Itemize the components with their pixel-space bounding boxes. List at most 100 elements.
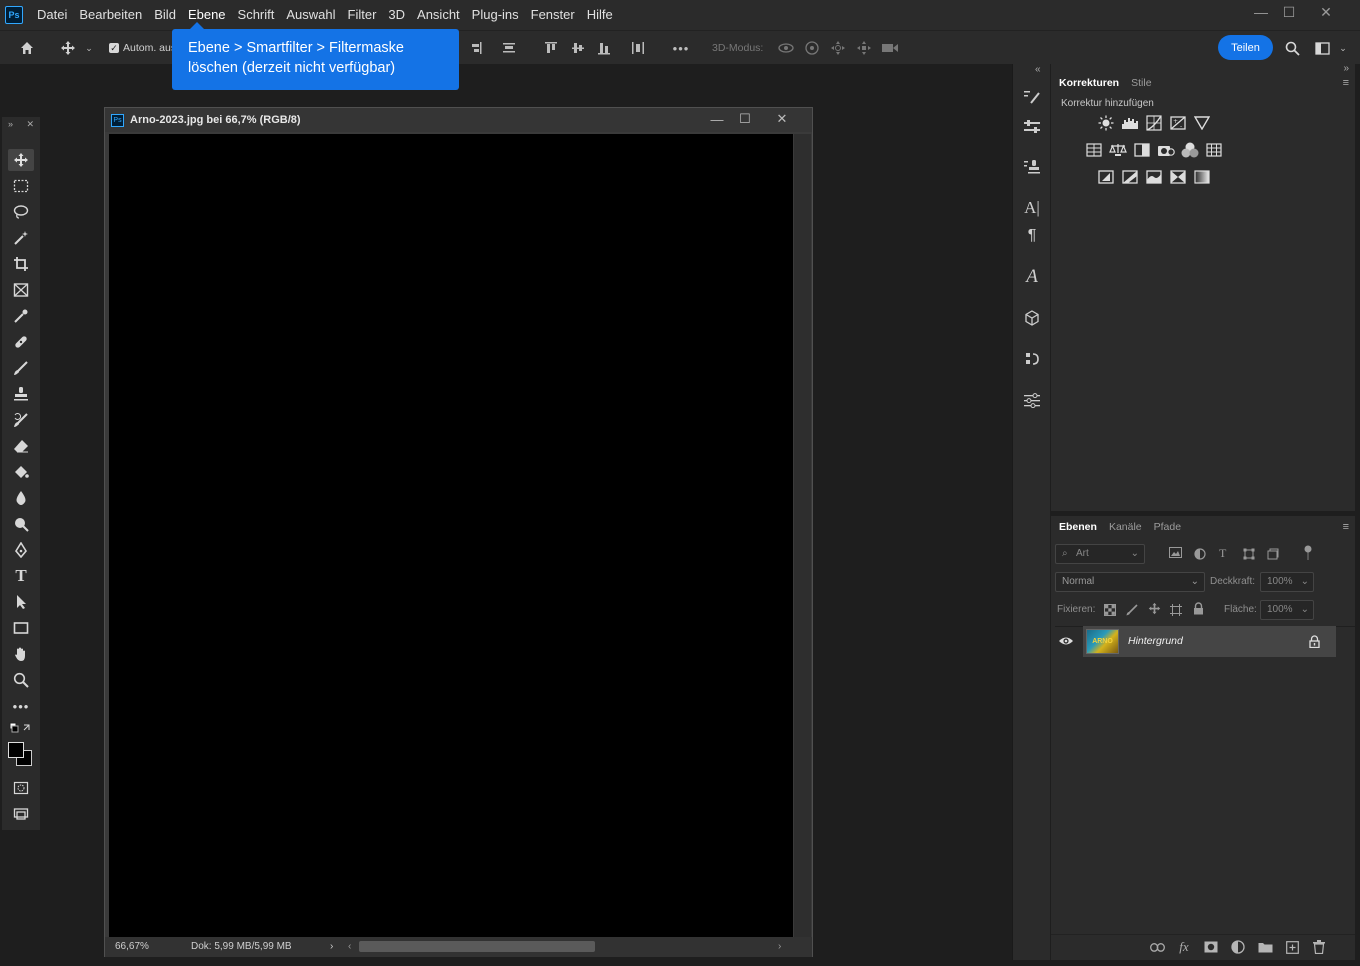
- move-tool-icon[interactable]: [56, 31, 80, 65]
- horizontal-scrollbar[interactable]: ‹ ›: [345, 937, 790, 957]
- hand-tool-icon[interactable]: [8, 643, 34, 665]
- paragraph-icon[interactable]: ¶: [1019, 223, 1045, 249]
- filter-type-icon[interactable]: T: [1219, 546, 1226, 561]
- color-swatches[interactable]: [8, 739, 34, 769]
- color-lookup-icon[interactable]: [1205, 141, 1223, 159]
- expand-panel-icon[interactable]: »: [8, 117, 13, 131]
- adjustments-panel-menu-icon[interactable]: ≡: [1343, 77, 1349, 89]
- layer-filter-select[interactable]: ⌕ Art ⌄: [1055, 544, 1145, 564]
- tab-pfade[interactable]: Pfade: [1154, 521, 1181, 533]
- eyedropper-tool-icon[interactable]: [8, 305, 34, 327]
- quick-mask-icon[interactable]: [8, 777, 34, 799]
- collapse-strip-icon[interactable]: «: [1035, 64, 1041, 75]
- lock-transparent-icon[interactable]: [1104, 603, 1117, 616]
- align-bottom-icon[interactable]: [595, 31, 613, 65]
- timeline-icon[interactable]: [1019, 346, 1045, 372]
- orbit-3d-icon[interactable]: [776, 31, 796, 65]
- move-tool-icon[interactable]: [8, 149, 34, 171]
- history-brush-tool-icon[interactable]: [8, 409, 34, 431]
- photo-filter-icon[interactable]: [1157, 141, 1175, 159]
- glyphs-icon[interactable]: A: [1019, 264, 1045, 290]
- document-titlebar[interactable]: Ps Arno-2023.jpg bei 66,7% (RGB/8) — ☐ ✕: [105, 108, 812, 132]
- roll-3d-icon[interactable]: [802, 31, 822, 65]
- document-close-button[interactable]: ✕: [767, 108, 797, 130]
- menu-bearbeiten[interactable]: Bearbeiten: [73, 0, 148, 30]
- brush-settings-icon[interactable]: [1019, 84, 1045, 110]
- lock-all-icon[interactable]: [1193, 602, 1206, 616]
- document-minimize-button[interactable]: —: [702, 108, 732, 130]
- filter-toggle-icon[interactable]: [1304, 545, 1316, 561]
- lock-artboard-icon[interactable]: [1170, 603, 1183, 616]
- layer-name[interactable]: Hintergrund: [1128, 626, 1183, 657]
- screen-mode-icon[interactable]: [8, 803, 34, 825]
- auto-select-checkbox[interactable]: ✓: [107, 31, 121, 65]
- hue-saturation-icon[interactable]: [1085, 141, 1103, 159]
- posterize-icon[interactable]: [1121, 168, 1139, 186]
- blend-mode-select[interactable]: Normal ⌄: [1055, 572, 1205, 592]
- color-balance-icon[interactable]: [1109, 141, 1127, 159]
- layers-panel-menu-icon[interactable]: ≡: [1343, 521, 1349, 533]
- close-panel-icon[interactable]: ✕: [26, 117, 34, 131]
- opacity-input[interactable]: 100% ⌄: [1260, 572, 1314, 592]
- menu-datei[interactable]: Datei: [31, 0, 73, 30]
- status-menu-arrow-icon[interactable]: ›: [330, 937, 333, 957]
- camera-3d-icon[interactable]: [880, 31, 900, 65]
- 3d-icon[interactable]: [1019, 305, 1045, 331]
- pen-tool-icon[interactable]: [8, 539, 34, 561]
- align-top-icon[interactable]: [542, 31, 560, 65]
- maximize-button[interactable]: ☐: [1272, 0, 1306, 24]
- vertical-scrollbar[interactable]: [794, 134, 811, 937]
- foreground-color-swatch[interactable]: [8, 742, 24, 758]
- workspace-chevron-icon[interactable]: ⌄: [1336, 31, 1350, 65]
- fill-input[interactable]: 100% ⌄: [1260, 600, 1314, 620]
- layer-row[interactable]: ARNO Hintergrund: [1083, 626, 1336, 657]
- filter-smartobject-icon[interactable]: [1267, 547, 1281, 561]
- home-icon[interactable]: [14, 31, 40, 65]
- selective-color-icon[interactable]: [1169, 168, 1187, 186]
- link-layers-icon[interactable]: [1148, 938, 1166, 956]
- brush-presets-icon[interactable]: [1019, 114, 1045, 140]
- levels-icon[interactable]: [1121, 114, 1139, 132]
- crop-tool-icon[interactable]: [8, 253, 34, 275]
- invert-icon[interactable]: [1097, 168, 1115, 186]
- eraser-tool-icon[interactable]: [8, 435, 34, 457]
- black-white-icon[interactable]: [1133, 141, 1151, 159]
- menu-auswahl[interactable]: Auswahl: [280, 0, 341, 30]
- brightness-contrast-icon[interactable]: [1097, 114, 1115, 132]
- path-selection-tool-icon[interactable]: [8, 591, 34, 613]
- zoom-tool-icon[interactable]: [8, 669, 34, 691]
- search-icon[interactable]: [1281, 31, 1303, 65]
- new-adjustment-layer-icon[interactable]: [1229, 938, 1247, 956]
- scroll-right-icon[interactable]: ›: [778, 937, 781, 957]
- menu-bild[interactable]: Bild: [148, 0, 182, 30]
- marquee-tool-icon[interactable]: [8, 175, 34, 197]
- new-group-icon[interactable]: [1256, 938, 1274, 956]
- lock-pixels-icon[interactable]: [1126, 603, 1139, 616]
- zoom-level[interactable]: 66,67%: [115, 937, 149, 957]
- layer-style-icon[interactable]: fx: [1175, 938, 1193, 956]
- threshold-icon[interactable]: [1145, 168, 1163, 186]
- document-maximize-button[interactable]: ☐: [730, 108, 760, 130]
- more-options-icon[interactable]: •••: [668, 31, 694, 65]
- filter-pixel-icon[interactable]: [1169, 547, 1183, 561]
- filter-shape-icon[interactable]: [1243, 547, 1257, 561]
- menu-hilfe[interactable]: Hilfe: [581, 0, 619, 30]
- frame-tool-icon[interactable]: [8, 279, 34, 301]
- blur-tool-icon[interactable]: [8, 487, 34, 509]
- expand-dock-icon[interactable]: »: [1343, 63, 1349, 74]
- rectangle-tool-icon[interactable]: [8, 617, 34, 639]
- tab-ebenen[interactable]: Ebenen: [1059, 521, 1097, 533]
- magic-wand-tool-icon[interactable]: [8, 227, 34, 249]
- vibrance-icon[interactable]: [1193, 114, 1211, 132]
- menu-schrift[interactable]: Schrift: [232, 0, 281, 30]
- distribute-icon[interactable]: [629, 31, 647, 65]
- curves-icon[interactable]: [1145, 114, 1163, 132]
- lock-position-icon[interactable]: [1148, 602, 1162, 616]
- image-canvas[interactable]: [109, 134, 793, 937]
- character-icon[interactable]: A|: [1019, 195, 1045, 221]
- pan-3d-icon[interactable]: [828, 31, 848, 65]
- properties-icon[interactable]: [1019, 387, 1045, 413]
- tab-korrekturen[interactable]: Korrekturen: [1059, 77, 1119, 89]
- gradient-map-icon[interactable]: [1193, 168, 1211, 186]
- close-button[interactable]: ✕: [1309, 0, 1343, 24]
